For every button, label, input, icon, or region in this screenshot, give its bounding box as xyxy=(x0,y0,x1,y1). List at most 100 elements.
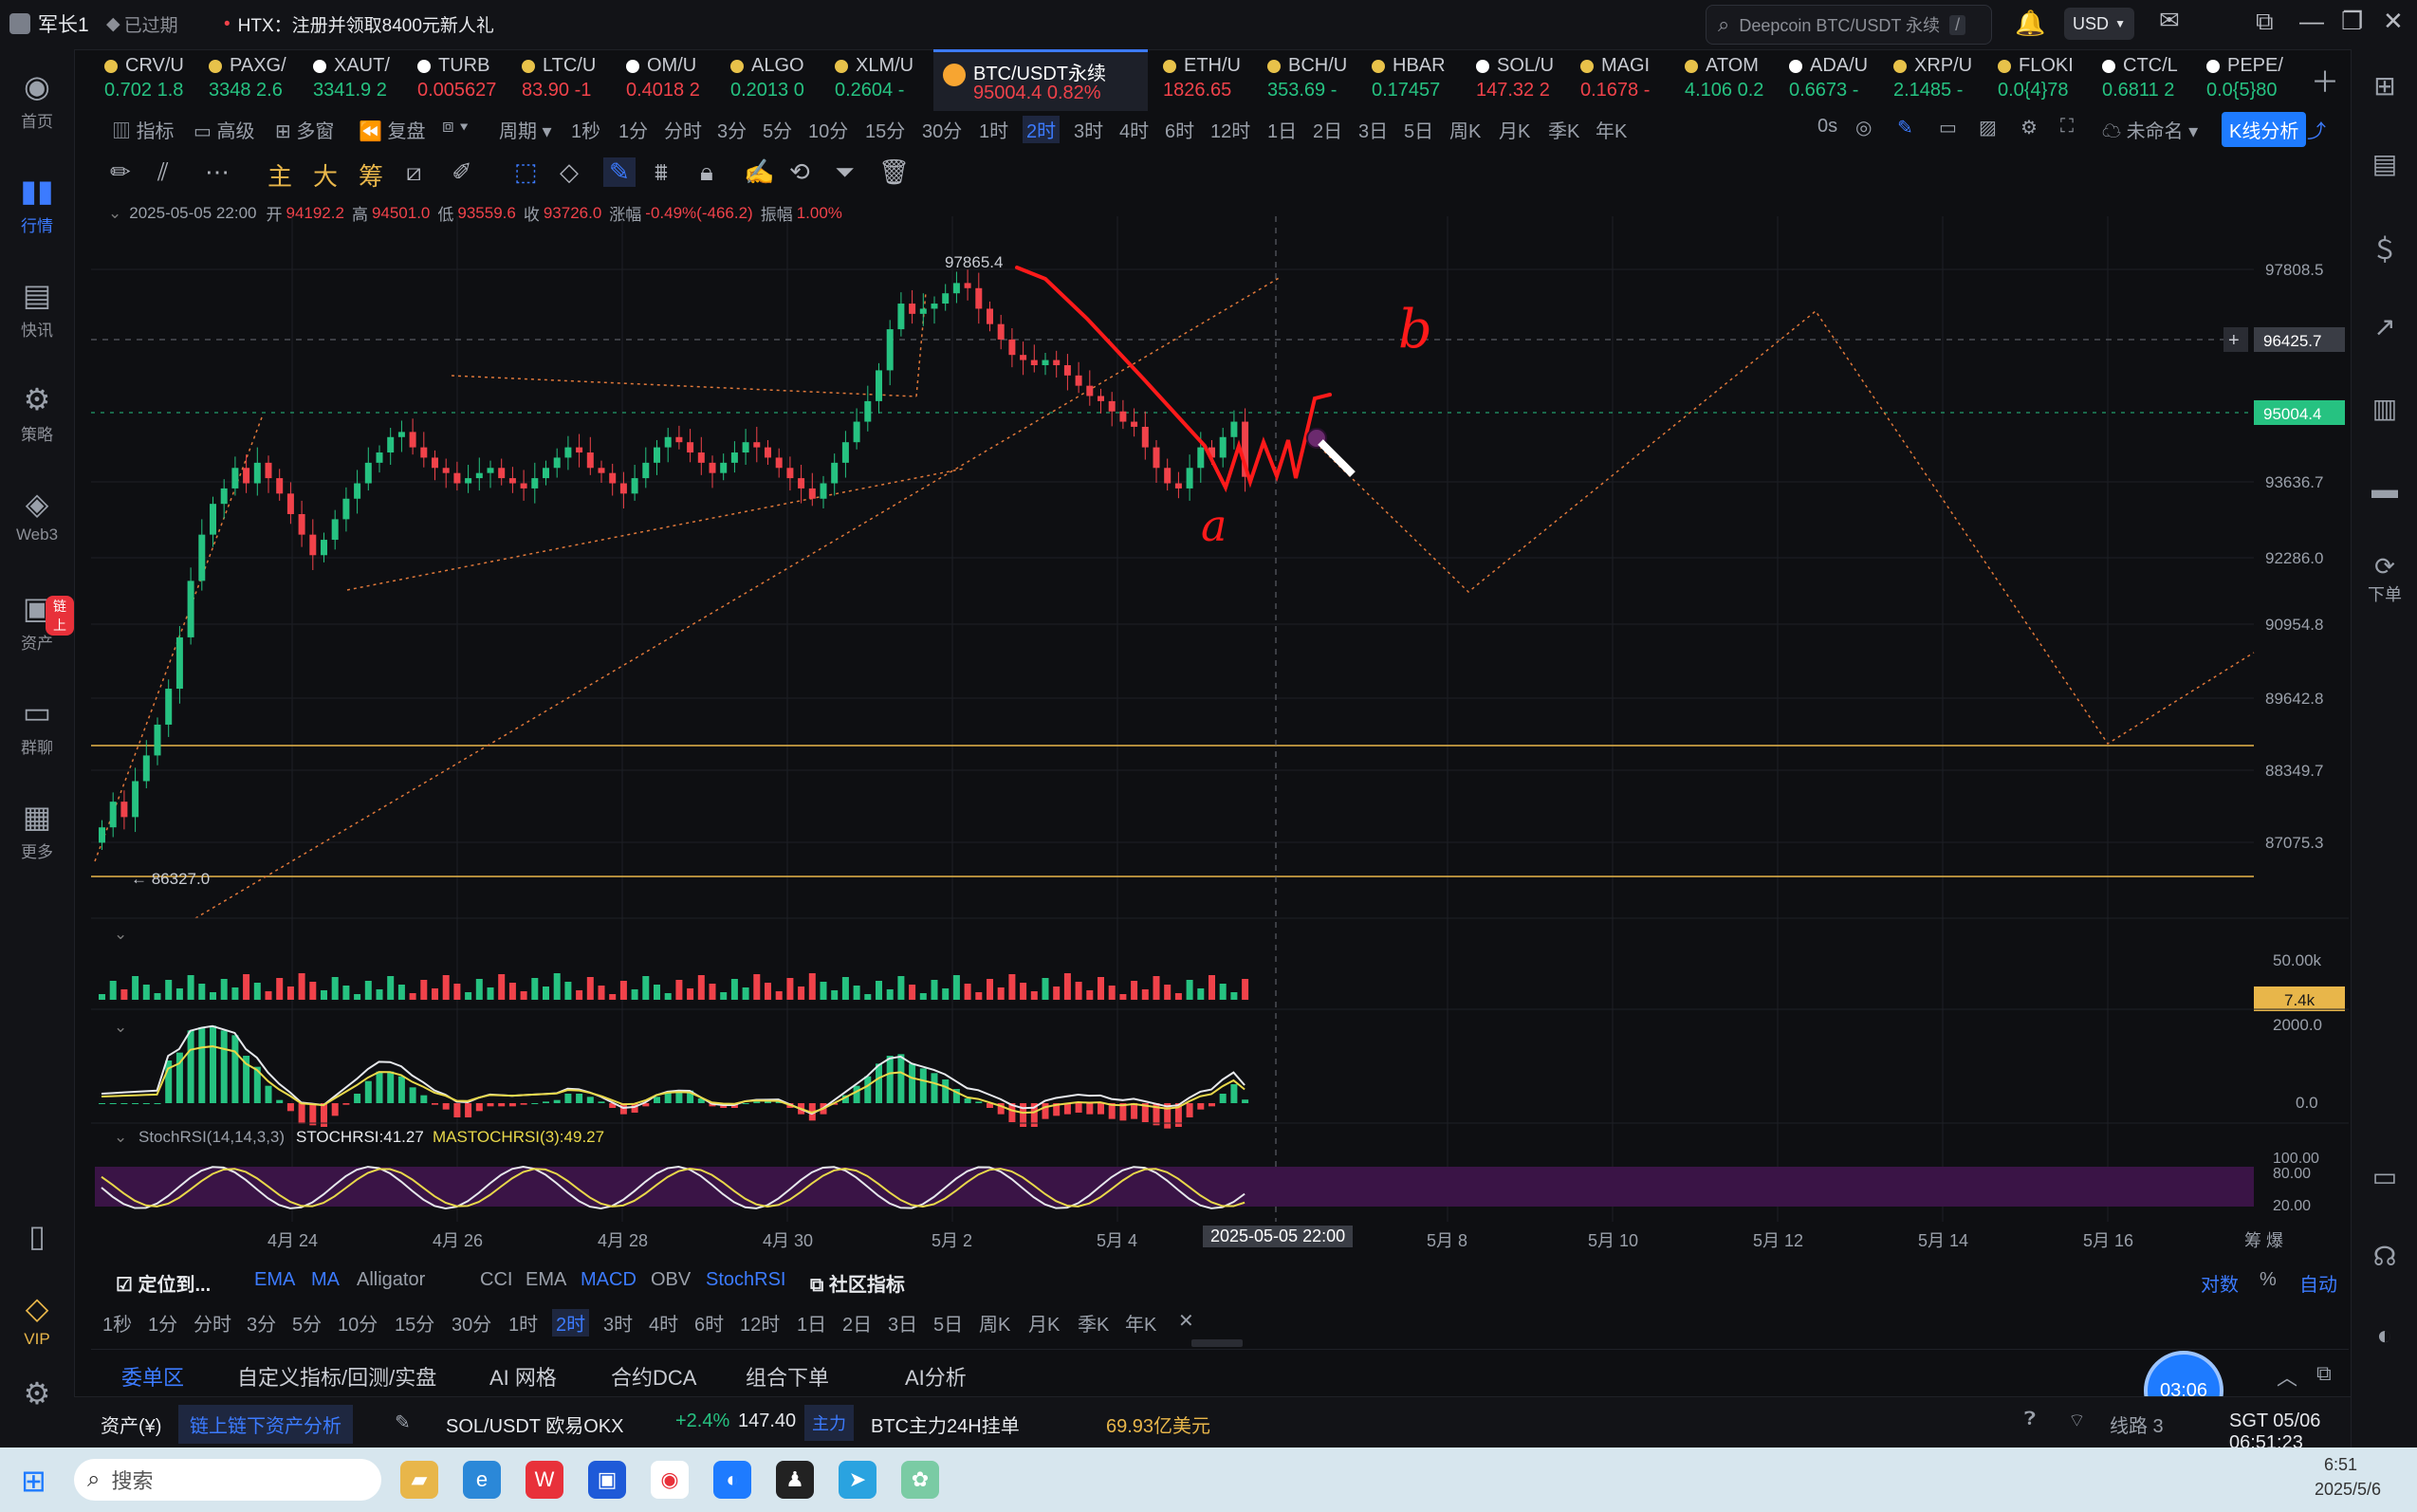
ticker-ctc[interactable]: CTC/L 0.6811 2 xyxy=(2102,49,2206,108)
ticker-xaut[interactable]: XAUT/3341.9 2 xyxy=(313,49,417,108)
currency-select[interactable]: USD ▼ xyxy=(2064,8,2134,40)
interval-quarter[interactable]: 季K xyxy=(1548,116,1579,143)
camera-icon[interactable]: ◎ xyxy=(1855,116,1872,139)
magnet-icon[interactable]: ⟲ xyxy=(789,157,810,187)
sidebar-item-news[interactable]: ▤ 快讯 xyxy=(0,277,74,341)
indicator-macd[interactable]: MACD xyxy=(581,1269,637,1291)
interval-3h[interactable]: 3时 xyxy=(603,1309,633,1337)
interval-week[interactable]: 周K xyxy=(979,1309,1010,1337)
interval-4h[interactable]: 4时 xyxy=(1119,116,1149,143)
tab-orders[interactable]: 委单区 xyxy=(121,1361,185,1400)
restore-icon[interactable]: ❐ xyxy=(2341,7,2363,36)
popout-panel-icon[interactable]: ⧉ xyxy=(2316,1361,2332,1386)
grid-icon[interactable]: ⊞ xyxy=(2352,70,2417,101)
stoch-collapse-icon[interactable]: ⌄ xyxy=(114,1128,127,1146)
qq-icon[interactable]: ♟ xyxy=(776,1461,814,1499)
mail-icon[interactable]: ✉ xyxy=(2159,6,2180,35)
help-icon[interactable]: ❓︎ xyxy=(2024,1409,2036,1430)
sidebar-item-strategy[interactable]: ⚙ 策略 xyxy=(0,381,74,445)
minimize-icon[interactable]: — xyxy=(2299,7,2324,36)
more-tools-icon[interactable]: ⋯ xyxy=(205,157,230,187)
kline-analysis-button[interactable]: K线分析 xyxy=(2222,112,2307,147)
line-label[interactable]: 线路 3 xyxy=(2110,1411,2164,1438)
interval-1m[interactable]: 1分 xyxy=(618,116,648,143)
ticker-sol[interactable]: SOL/U 147.32 2 xyxy=(1476,49,1580,108)
candlestick-chart[interactable]: a b 97865.4 ← 86327.0 97808.5 93636.7 92… xyxy=(91,197,2349,1222)
ticker-xrp[interactable]: XRP/U 2.1485 - xyxy=(1893,49,1998,108)
ticker-atom[interactable]: ATOM 4.106 0.2 xyxy=(1685,49,1789,108)
ticker-bch[interactable]: BCH/U 353.69 - xyxy=(1267,49,1372,108)
interval-6h[interactable]: 6时 xyxy=(1165,116,1194,143)
tab-combo-order[interactable]: 组合下单 xyxy=(746,1361,829,1392)
interval-5d[interactable]: 5日 xyxy=(933,1309,963,1337)
community-indicators[interactable]: ⧉ 社区指标 xyxy=(810,1269,905,1297)
ticker-algo[interactable]: ALGO 0.2013 0 xyxy=(730,49,835,108)
bell-icon[interactable]: 🔔 xyxy=(2015,9,2045,38)
interval-3m[interactable]: 3分 xyxy=(717,116,747,143)
sidebar-item-chat[interactable]: ▭ 群聊 xyxy=(0,694,74,758)
replay-button[interactable]: ⏪ 复盘 xyxy=(359,116,425,143)
select-icon[interactable]: ⬚ xyxy=(514,157,538,187)
trading-app-icon[interactable]: ◐ xyxy=(713,1461,751,1499)
brush-icon[interactable]: ✐ xyxy=(452,157,472,187)
interval-1h[interactable]: 1时 xyxy=(508,1309,538,1337)
order-button[interactable]: ⟳ 下单 xyxy=(2352,552,2417,606)
share-icon[interactable]: ⤴ xyxy=(2307,116,2326,143)
interval-3d[interactable]: 3日 xyxy=(1358,116,1388,143)
interval-1d[interactable]: 1日 xyxy=(797,1309,826,1337)
volume-collapse-icon[interactable]: ⌄ xyxy=(114,925,127,943)
main-indicator-tool[interactable]: 主 xyxy=(268,157,292,193)
windows-start-icon[interactable]: ⊞ xyxy=(21,1463,46,1499)
ticker-eth[interactable]: ETH/U 1826.65 xyxy=(1163,49,1267,108)
interval-10m[interactable]: 10分 xyxy=(338,1309,378,1337)
interval-30m[interactable]: 30分 xyxy=(922,116,962,143)
promo-banner[interactable]: • HTX：注册并领取8400元新人礼 xyxy=(224,11,494,37)
freehand-icon[interactable]: ✎ xyxy=(603,157,636,187)
interval-3d[interactable]: 3日 xyxy=(888,1309,917,1337)
tab-ai-analysis[interactable]: AI分析 xyxy=(905,1361,967,1392)
interval-10m[interactable]: 10分 xyxy=(808,116,848,143)
tab-ai-grid[interactable]: AI 网格 xyxy=(489,1361,557,1392)
ticker-hbar[interactable]: HBAR 0.17457 xyxy=(1372,49,1476,108)
user-menu[interactable]: 军长1 xyxy=(9,9,89,38)
layout-icon[interactable]: ⧉ xyxy=(2256,7,2274,37)
edge-icon[interactable]: e xyxy=(463,1461,501,1499)
interval-1m[interactable]: 1分 xyxy=(148,1309,177,1337)
chain-analysis-button[interactable]: 链上链下资产分析 xyxy=(178,1405,353,1444)
assets-label[interactable]: 资产(¥) xyxy=(101,1411,161,1438)
compare-icon[interactable]: ⧄ xyxy=(406,157,422,188)
interval-30m[interactable]: 30分 xyxy=(452,1309,491,1337)
ticker-om[interactable]: OM/U 0.4018 2 xyxy=(626,49,730,108)
interval-month[interactable]: 月K xyxy=(1028,1309,1060,1337)
edit-icon[interactable]: ✎ xyxy=(395,1411,411,1434)
indicator-ema[interactable]: EMA xyxy=(254,1269,295,1291)
interval-timeline[interactable]: 分时 xyxy=(194,1309,231,1337)
ticker-ltc[interactable]: LTC/U 83.90 -1 xyxy=(522,49,626,108)
indicator-obv[interactable]: OBV xyxy=(651,1269,691,1291)
candle-type-button[interactable]: ⧈ ▾ xyxy=(442,116,469,138)
interval-12h[interactable]: 12时 xyxy=(1210,116,1250,143)
add-icon[interactable]: ＋ xyxy=(2311,59,2339,101)
sidebar-item-more[interactable]: ▦ 更多 xyxy=(0,799,74,862)
sidebar-item-home[interactable]: ◉ 首页 xyxy=(0,68,74,132)
ticker-turb[interactable]: TURB 0.005627 xyxy=(417,49,522,108)
eraser-icon[interactable]: ◇ xyxy=(560,157,579,187)
chart-area[interactable]: ⌄ 2025-05-05 22:00 开 94192.2 高 94501.0 低 93… xyxy=(91,197,2349,1250)
sol-ticker[interactable]: SOL/USDT 欧易OKX xyxy=(446,1411,623,1438)
btc-order-label[interactable]: BTC主力24H挂单 xyxy=(871,1411,1020,1438)
sidebar-item-vip[interactable]: ◇ VIP xyxy=(0,1290,74,1349)
bot-icon[interactable]: ◐ xyxy=(2352,1320,2417,1351)
trend-icon[interactable]: ↗ xyxy=(2352,311,2417,342)
telegram-icon[interactable]: ➤ xyxy=(839,1461,876,1499)
locate-button[interactable]: ☑ 定位到... xyxy=(116,1269,211,1297)
wps-icon[interactable]: W xyxy=(526,1461,563,1499)
interval-year[interactable]: 年K xyxy=(1596,116,1627,143)
note-icon[interactable]: ✍ xyxy=(744,157,774,187)
ruler-icon[interactable]: ✏ xyxy=(110,157,131,187)
interval-6h[interactable]: 6时 xyxy=(694,1309,724,1337)
pen-icon[interactable]: ✎ xyxy=(1897,116,1913,139)
percent-toggle[interactable]: % xyxy=(2260,1269,2277,1291)
advanced-button[interactable]: ▭ 高级 xyxy=(194,116,254,143)
indicator-cci[interactable]: CCI xyxy=(480,1269,512,1291)
interval-15m[interactable]: 15分 xyxy=(395,1309,434,1337)
